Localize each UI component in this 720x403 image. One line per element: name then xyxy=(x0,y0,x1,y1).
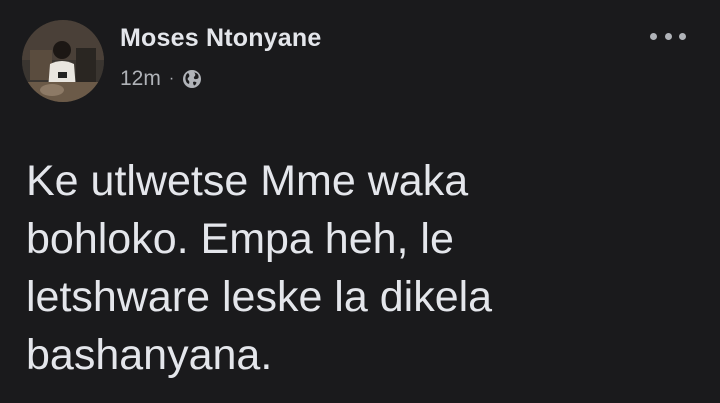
author-name[interactable]: Moses Ntonyane xyxy=(120,24,321,53)
post-text-line: bohloko. Empa heh, le xyxy=(26,215,454,263)
post-timestamp[interactable]: 12m xyxy=(120,67,161,91)
meta-separator: · xyxy=(168,70,175,87)
more-options-dot xyxy=(664,32,672,40)
author-avatar[interactable] xyxy=(22,20,104,102)
more-options-dot xyxy=(650,32,657,40)
more-options-button[interactable] xyxy=(650,26,686,46)
post-text-line: letshware leske la dikela xyxy=(26,273,493,321)
post-text: Ke utlwetse Mme waka bohloko. Empa heh, … xyxy=(26,152,686,384)
post-meta: 12m · xyxy=(120,67,202,91)
post-text-line: bashanyana. xyxy=(26,331,273,379)
globe-icon[interactable] xyxy=(182,69,202,89)
post-card: Moses Ntonyane 12m · Ke utlwetse Mme wak… xyxy=(0,0,720,403)
more-options-dot xyxy=(679,32,686,40)
post-text-line: Ke utlwetse Mme waka xyxy=(26,157,469,205)
avatar-photo xyxy=(22,20,104,102)
